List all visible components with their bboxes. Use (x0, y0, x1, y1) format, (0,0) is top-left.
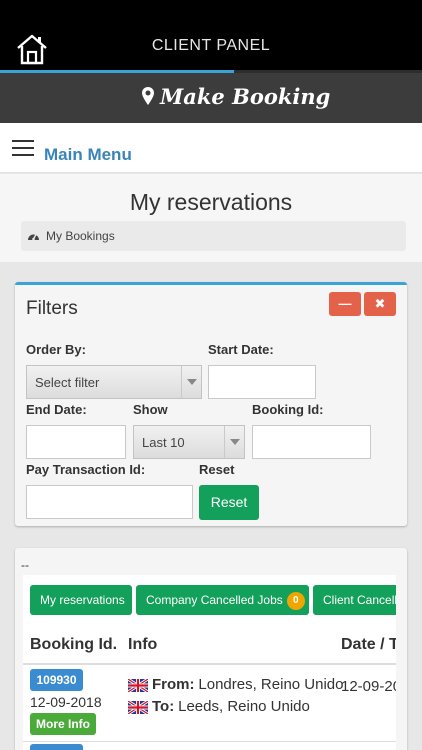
booking-date: 12-09-2018 (30, 694, 102, 710)
row-divider (23, 741, 396, 742)
tab-company-cancelled-jobs[interactable]: Company Cancelled Jobs 0 (136, 585, 309, 615)
close-icon: ✖ (374, 296, 386, 311)
tab-my-reservations[interactable]: My reservations (30, 585, 132, 615)
make-booking-label[interactable]: Make Booking (160, 84, 330, 109)
top-bar: CLIENT PANEL (0, 0, 422, 73)
pay-transaction-id-label: Pay Transaction Id: (26, 462, 146, 477)
column-header-booking-id: Booking Id. (30, 636, 118, 653)
pay-transaction-id-field[interactable] (26, 485, 193, 519)
header-divider (23, 663, 396, 665)
tab-client-cancelled[interactable]: Client Cancelle (313, 585, 396, 615)
filters-panel: Filters — ✖ Order By: Select filter Star… (15, 282, 407, 526)
page-header-title: CLIENT PANEL (151, 37, 271, 54)
chevron-down-icon (224, 426, 244, 458)
dashboard-icon (28, 234, 39, 241)
order-by-value: Select filter (35, 375, 100, 390)
count-badge: 0 (286, 591, 305, 610)
show-label: Show (133, 402, 168, 417)
show-value: Last 10 (142, 435, 185, 450)
from-value: Londres, Reino Unido (198, 676, 344, 693)
route-from: From: Londres, Reino Unido (128, 676, 343, 693)
start-date-field[interactable] (208, 365, 316, 399)
reset-button[interactable]: Reset (199, 485, 259, 520)
uk-flag-icon (128, 700, 148, 714)
route-to: To: Leeds, Reino Unido (128, 698, 310, 715)
page-header: My reservations My Bookings (0, 174, 422, 262)
from-label: From: (152, 676, 195, 693)
booking-datetime: 12-09-20 (341, 678, 396, 695)
reservations-panel: -- My reservations Company Cancelled Job… (15, 548, 407, 750)
filters-title: Filters (26, 298, 78, 319)
minus-icon: — (338, 296, 352, 311)
order-by-select[interactable]: Select filter (26, 365, 202, 399)
end-date-field[interactable] (26, 425, 126, 459)
reservations-table-container[interactable]: My reservations Company Cancelled Jobs 0 … (23, 575, 396, 750)
booking-id-badge[interactable]: 109930 (30, 669, 83, 691)
chevron-down-icon (181, 366, 201, 398)
separator-text: -- (21, 558, 29, 572)
uk-flag-icon (128, 678, 148, 692)
minimize-button[interactable]: — (329, 292, 361, 316)
column-header-date-time: Date / T (341, 636, 396, 653)
main-menu-bar: Main Menu (0, 123, 422, 173)
column-header-info: Info (128, 636, 158, 653)
to-label: To: (152, 698, 175, 715)
show-select[interactable]: Last 10 (133, 425, 245, 459)
more-info-button[interactable]: More Info (30, 713, 96, 735)
start-date-label: Start Date: (208, 342, 274, 357)
hamburger-icon[interactable] (12, 140, 34, 161)
close-button[interactable]: ✖ (364, 292, 396, 316)
reset-label: Reset (199, 462, 235, 477)
breadcrumb: My Bookings (21, 221, 406, 251)
tab-label: Company Cancelled Jobs (146, 593, 283, 607)
booking-id-label: Booking Id: (252, 402, 324, 417)
to-value: Leeds, Reino Unido (178, 698, 310, 715)
end-date-label: End Date: (26, 402, 87, 417)
main-menu-link[interactable]: Main Menu (44, 145, 132, 165)
page-title: My reservations (129, 189, 293, 215)
breadcrumb-item-my-bookings[interactable]: My Bookings (46, 229, 115, 243)
map-pin-icon (142, 87, 154, 105)
booking-id-badge[interactable] (30, 744, 83, 750)
order-by-label: Order By: (26, 342, 86, 357)
booking-id-field[interactable] (252, 425, 371, 459)
make-booking-bar[interactable]: Make Booking (0, 73, 422, 123)
